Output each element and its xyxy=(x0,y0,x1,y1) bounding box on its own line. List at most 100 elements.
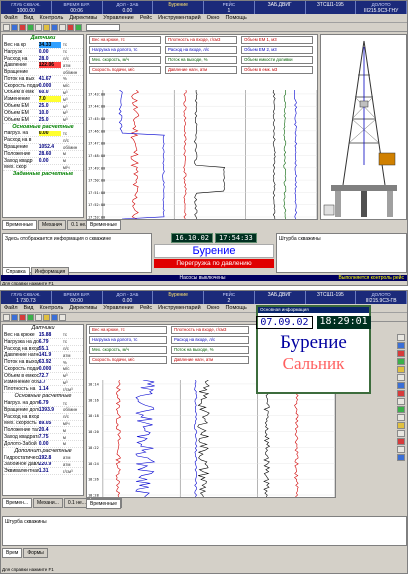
event-item[interactable]: Штурба скважины xyxy=(5,519,404,525)
menu-item[interactable]: Помощь xyxy=(225,15,246,21)
zoom-icon[interactable] xyxy=(51,23,58,31)
legend-item[interactable]: Расход на входе, л/с xyxy=(165,46,237,54)
parameter-unit: л/с xyxy=(62,345,69,351)
tool-icon[interactable] xyxy=(397,382,405,389)
tab[interactable]: Времен... xyxy=(2,498,33,508)
scale-combo[interactable] xyxy=(86,23,120,31)
menu-item[interactable]: Файл xyxy=(4,15,18,21)
menu-item[interactable]: Директивы xyxy=(69,305,97,311)
legend-item[interactable]: Объем ЕМ 1, м3 xyxy=(241,36,313,44)
tab[interactable]: Механи... xyxy=(33,498,63,508)
parameter-name: Долото-Забой xyxy=(4,440,37,447)
status-cell: Бурение xyxy=(153,291,204,304)
status-cell: РЕЙС 2 xyxy=(204,291,255,304)
tool-icon[interactable] xyxy=(397,438,405,445)
menu-item[interactable]: Рейс xyxy=(140,15,152,21)
menu-item[interactable]: Контроль xyxy=(39,15,63,21)
legend-item[interactable]: Вес на крюке, тс xyxy=(89,326,167,334)
legend-item[interactable]: Мех. скорость, м/ч xyxy=(89,346,167,354)
grid-icon[interactable] xyxy=(59,313,66,321)
status-cell: ДОЛ - ЗАБ 0.00 xyxy=(103,1,154,14)
grid-icon[interactable] xyxy=(59,23,66,31)
event-item[interactable]: Штурба скважины xyxy=(279,236,404,242)
legend-item[interactable]: Мех. скорость, м/ч xyxy=(89,56,161,64)
parameter-name: Изменение xyxy=(4,96,30,103)
parameter-name: Поток на вых xyxy=(4,75,35,82)
menu-item[interactable]: Управление xyxy=(103,305,134,311)
parameter-value: 6.79 xyxy=(38,400,49,407)
tool-icon[interactable] xyxy=(397,374,405,381)
zoom-icon[interactable] xyxy=(51,313,58,321)
parameter-row: Скорость подачи0.000 м/с xyxy=(3,366,83,373)
alarm-icon[interactable] xyxy=(67,23,74,31)
legend-item[interactable]: Объем ЕМ 2, м3 xyxy=(241,46,313,54)
menu-item[interactable]: Окно xyxy=(207,15,220,21)
menu-item[interactable]: Контроль xyxy=(39,305,63,311)
legend-item[interactable]: Объем емкости доливки xyxy=(241,56,313,64)
tool-icon[interactable] xyxy=(397,358,405,365)
tool-icon[interactable] xyxy=(397,350,405,357)
tool-icon[interactable] xyxy=(397,366,405,373)
menu-item[interactable]: Окно xyxy=(207,305,220,311)
legend-item[interactable]: Нагрузка на долото, тс xyxy=(89,336,167,344)
menu-item[interactable]: Вид xyxy=(24,305,34,311)
print-icon[interactable] xyxy=(35,313,42,321)
legend-item[interactable]: Поток на выходе, % xyxy=(171,346,249,354)
trend-series-line xyxy=(115,380,122,497)
parameter-row: Эквивалентная 1.31 г/см³ xyxy=(3,468,83,476)
tab[interactable]: Временные xyxy=(86,220,122,230)
legend-item[interactable]: Давление нагн, атм xyxy=(165,66,237,74)
menu-item[interactable]: Рейс xyxy=(140,305,152,311)
menu-item[interactable]: Файл xyxy=(4,305,18,311)
legend-item[interactable]: Скорость подачи, м/с xyxy=(89,356,167,364)
legend-item[interactable]: Объем в емк. м3 xyxy=(241,66,313,74)
tab[interactable]: Временные xyxy=(86,499,122,509)
play-icon[interactable] xyxy=(27,313,34,321)
tab[interactable]: Врем xyxy=(2,548,23,558)
legend-item[interactable]: Расход на входе, л/с xyxy=(171,336,249,344)
tool-icon[interactable] xyxy=(397,334,405,341)
play-icon[interactable] xyxy=(27,23,34,31)
legend-item[interactable]: Плотность на входе, г/см3 xyxy=(171,326,249,334)
menu-item[interactable]: Помощь xyxy=(225,305,246,311)
menu-item[interactable]: Управление xyxy=(103,15,134,21)
settings-icon[interactable] xyxy=(75,23,82,31)
mode-display: Бурение xyxy=(280,332,347,353)
tool-icon[interactable] xyxy=(397,430,405,437)
stop-icon[interactable] xyxy=(19,23,26,31)
menu-item[interactable]: Вид xyxy=(24,15,34,21)
tool-icon[interactable] xyxy=(397,414,405,421)
chart-icon[interactable] xyxy=(43,23,50,31)
open-icon[interactable] xyxy=(11,313,18,321)
tab[interactable]: Механич xyxy=(38,220,67,230)
menu-item[interactable]: Директивы xyxy=(69,15,97,21)
tool-icon[interactable] xyxy=(397,398,405,405)
tool-icon[interactable] xyxy=(397,446,405,453)
well-info-text: Здесь отображается информация о скважине xyxy=(5,236,112,242)
tool-icon[interactable] xyxy=(397,454,405,461)
legend-item[interactable]: Скорость подачи, м/с xyxy=(89,66,161,74)
tool-icon[interactable] xyxy=(397,342,405,349)
legend-item[interactable]: Вес на крюке, тс xyxy=(89,36,161,44)
tab[interactable]: Временные xyxy=(2,220,38,230)
tool-icon[interactable] xyxy=(397,390,405,397)
open-icon[interactable] xyxy=(11,23,18,31)
chart-icon[interactable] xyxy=(43,313,50,321)
print-icon[interactable] xyxy=(35,23,42,31)
params-heading-2: Основные расчетные xyxy=(14,393,72,400)
new-icon[interactable] xyxy=(3,23,10,31)
legend-item[interactable]: Плотность на входе, г/см3 xyxy=(165,36,237,44)
parameter-value: 60.0 xyxy=(38,89,49,96)
parameter-value: 220.9 xyxy=(38,461,52,468)
legend-item[interactable]: Нагрузка на долото, тс xyxy=(89,46,161,54)
new-icon[interactable] xyxy=(3,313,10,321)
legend-item[interactable]: Поток на выходе, % xyxy=(165,56,237,64)
menu-item[interactable]: Инструментарий xyxy=(158,305,201,311)
stop-icon[interactable] xyxy=(19,313,26,321)
tool-icon[interactable] xyxy=(397,406,405,413)
tab[interactable]: Формы xyxy=(23,548,48,558)
parameter-name: Гидростатическое xyxy=(4,454,39,461)
legend-item[interactable]: Давление нагн, атм xyxy=(171,356,249,364)
tool-icon[interactable] xyxy=(397,422,405,429)
menu-item[interactable]: Инструментарий xyxy=(158,15,201,21)
